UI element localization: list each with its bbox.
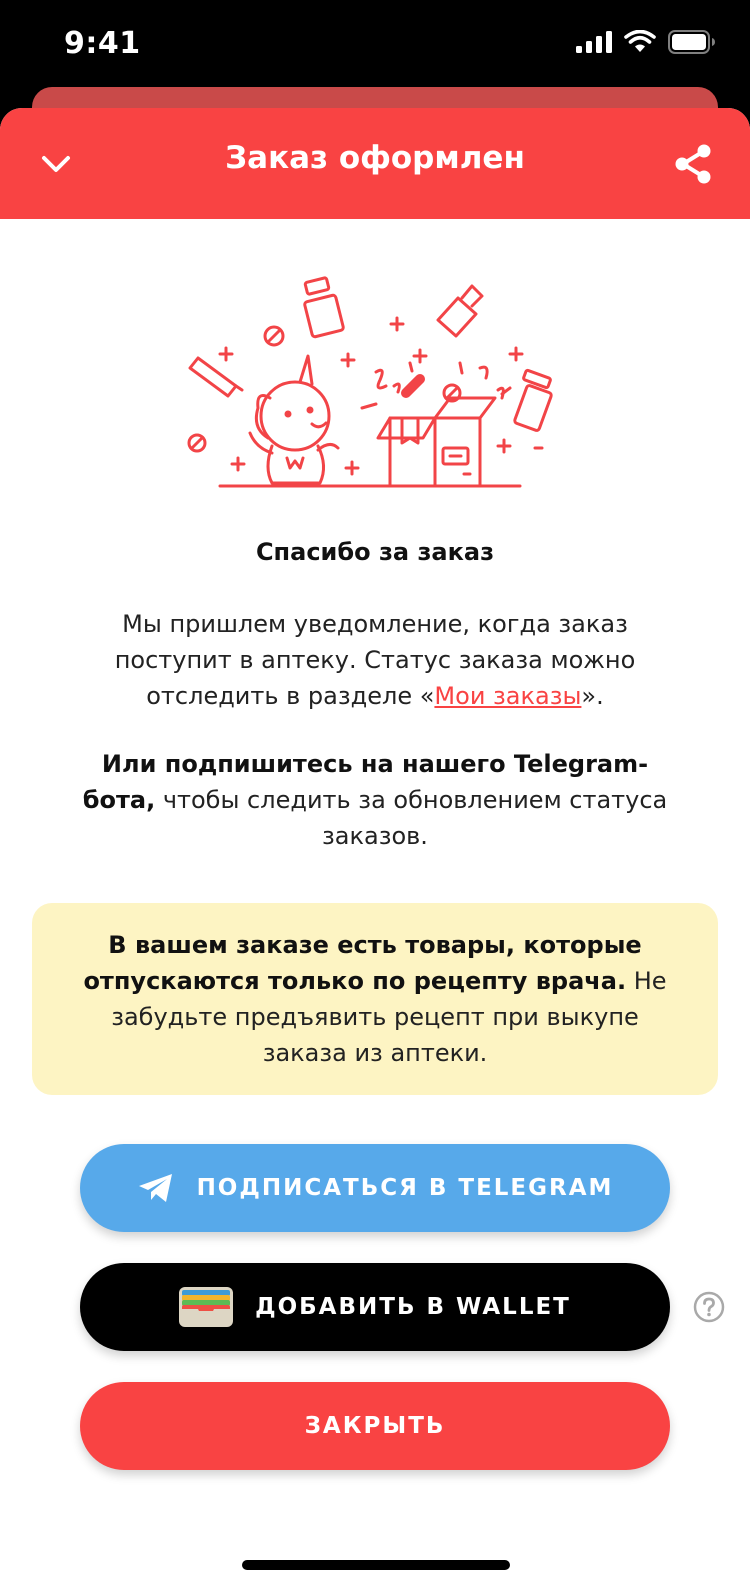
order-confirmation-sheet: Заказ оформлен Спасибо за заказ Мы пришл…	[0, 108, 750, 1580]
home-indicator	[242, 1560, 510, 1570]
prescription-warning-bold: В вашем заказе есть товары, которые отпу…	[83, 931, 642, 995]
subscribe-telegram-label: ПОДПИСАТЬСЯ В TELEGRAM	[196, 1175, 614, 1201]
telegram-icon	[137, 1172, 175, 1204]
my-orders-link[interactable]: Мои заказы	[434, 682, 581, 710]
add-to-wallet-label: ДОБАВИТЬ В WALLET	[255, 1294, 571, 1320]
thanks-title: Спасибо за заказ	[255, 538, 495, 566]
wifi-icon	[624, 30, 656, 52]
status-time: 9:41	[64, 26, 141, 61]
battery-icon	[668, 30, 715, 54]
telegram-info-text: Или подпишитесь на нашего Telegram-бота,…	[75, 746, 675, 854]
share-icon[interactable]	[672, 142, 714, 186]
close-label: ЗАКРЫТЬ	[304, 1413, 446, 1439]
cellular-signal-icon	[576, 31, 612, 53]
status-icons	[576, 30, 716, 54]
screen: 9:41 Заказ оформлен Спасибо за заказ Мы …	[0, 0, 750, 1580]
prescription-warning-text: В вашем заказе есть товары, которые отпу…	[72, 927, 678, 1071]
notification-info-text: Мы пришлем уведомление, когда заказ пост…	[75, 606, 675, 714]
telegram-info-rest: чтобы следить за обновлением статуса зак…	[155, 786, 668, 850]
subscribe-telegram-button[interactable]: ПОДПИСАТЬСЯ В TELEGRAM	[80, 1144, 670, 1232]
close-button[interactable]: ЗАКРЫТЬ	[80, 1382, 670, 1470]
notification-text-end: ».	[581, 682, 604, 710]
status-bar: 9:41	[0, 0, 750, 90]
order-celebration-illustration	[187, 276, 553, 488]
wallet-icon	[179, 1287, 234, 1327]
page-title: Заказ оформлен	[225, 140, 525, 176]
prescription-warning-box: В вашем заказе есть товары, которые отпу…	[32, 903, 718, 1095]
help-icon[interactable]	[693, 1291, 725, 1323]
add-to-wallet-button[interactable]: ДОБАВИТЬ В WALLET	[80, 1263, 670, 1351]
sheet-header: Заказ оформлен	[0, 108, 750, 219]
